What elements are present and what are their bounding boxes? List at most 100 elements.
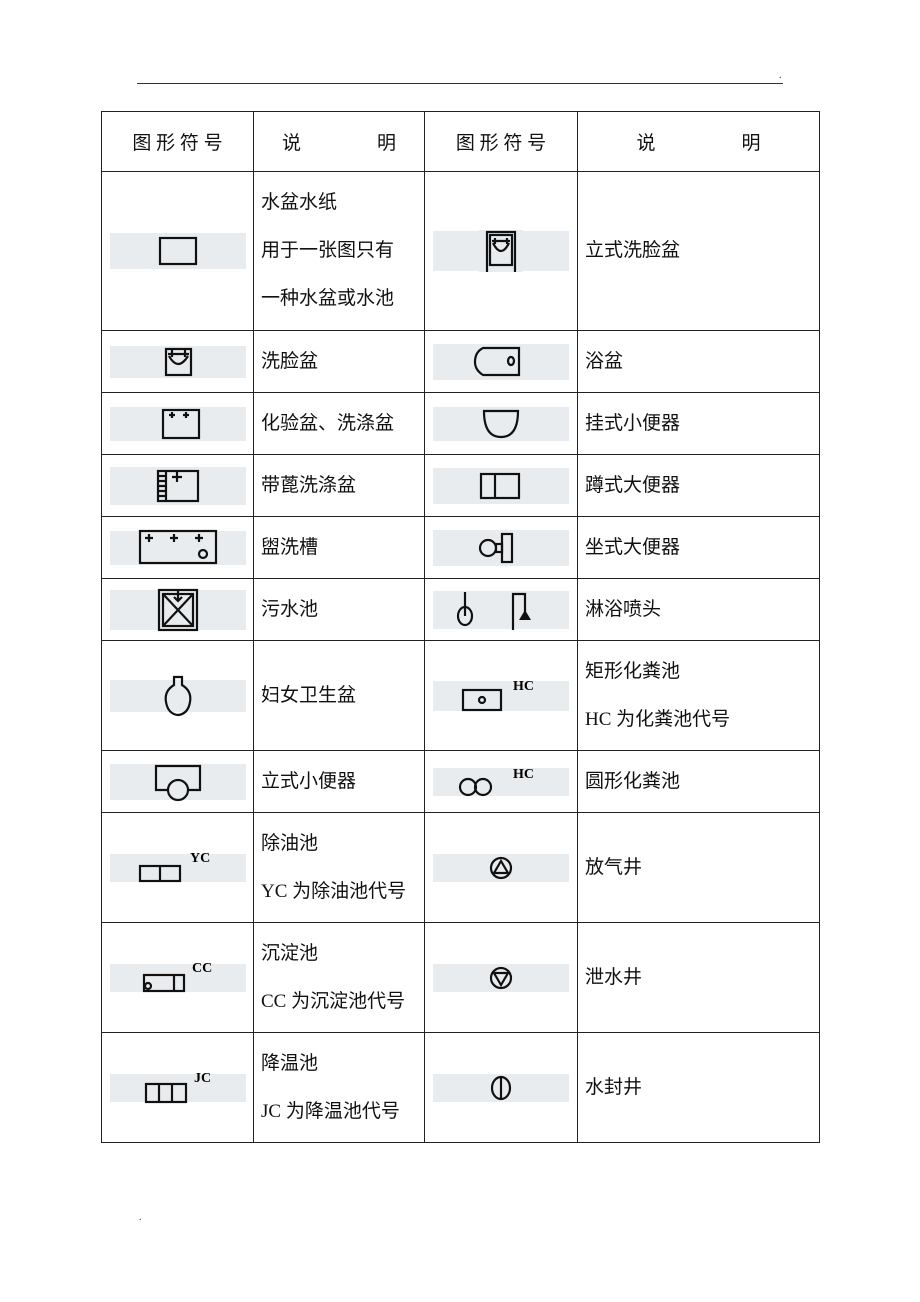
table-row: 带蓖洗涤盆 蹲式大便器 xyxy=(101,454,820,517)
header-rule xyxy=(137,83,783,84)
shower-head-icon xyxy=(433,590,569,630)
table-row: CC 沉淀池 CC 为沉淀池代号 泄水井 xyxy=(101,922,820,1033)
page-mark-top: . xyxy=(779,70,782,81)
grease-trap-icon: YC xyxy=(109,851,246,882)
header-desc-right-a: 说 xyxy=(636,133,656,154)
bathtub-icon xyxy=(433,343,569,380)
description-cell: 水盆水纸用于一张图只有 一种水盆或水池 xyxy=(253,171,425,331)
symbol-cell xyxy=(424,330,578,393)
description-line: 沉淀池 xyxy=(261,942,319,964)
symbol-cell xyxy=(101,330,254,393)
sewage-sink-icon xyxy=(109,588,246,631)
vent-well-icon xyxy=(433,853,569,882)
description-cell: 带蓖洗涤盆 xyxy=(253,454,425,517)
symbol-cell: JC xyxy=(101,1032,254,1143)
description-line: 圆形化粪池 xyxy=(585,770,681,792)
description-cell: 妇女卫生盆 xyxy=(253,640,425,751)
description-line: 除油池 xyxy=(261,832,319,854)
description-cell: 淋浴喷头 xyxy=(577,578,820,641)
description-line: JC 为降温池代号 xyxy=(261,1100,400,1122)
description-line: 放气井 xyxy=(585,856,643,878)
description-cell: 坐式大便器 xyxy=(577,516,820,579)
standing-urinal-icon xyxy=(109,763,246,801)
symbol-cell xyxy=(101,392,254,455)
header-row: 图 形 符 号 说明 图 形 符 号 说明 xyxy=(101,111,820,172)
description-line: 立式洗脸盆 xyxy=(585,240,681,261)
symbol-cell: HC xyxy=(424,640,578,751)
description-line: 泄水井 xyxy=(585,966,643,988)
description-cell: 盥洗槽 xyxy=(253,516,425,579)
description-cell: 泄水井 xyxy=(577,922,820,1033)
description-cell: 污水池 xyxy=(253,578,425,641)
description-line: 水盆水纸 xyxy=(261,192,338,213)
description-line: 盥洗槽 xyxy=(261,536,319,558)
symbol-cell xyxy=(101,454,254,517)
bidet-icon xyxy=(109,675,246,716)
table-row: 盥洗槽 坐式大便器 xyxy=(101,516,820,579)
description-cell: 洗脸盆 xyxy=(253,330,425,393)
description-line: HC 为化粪池代号 xyxy=(585,708,731,730)
symbol-table: 图 形 符 号 说明 图 形 符 号 说明 水盆水纸 用于一张图只有 一种水盆或水池… xyxy=(101,111,820,1143)
header-desc-right-b: 明 xyxy=(741,133,761,154)
symbol-cell xyxy=(424,516,578,579)
symbol-cell xyxy=(424,578,578,641)
description-line: 一种水盆或水池 xyxy=(261,288,395,309)
description-cell: 除油池 YC 为除油池代号 xyxy=(253,812,425,923)
pedestal-washbasin-icon xyxy=(433,230,569,272)
symbol-cell xyxy=(424,454,578,517)
description-cell: 水封井 xyxy=(577,1032,820,1143)
symbol-cell xyxy=(101,640,254,751)
description-line: 浴盆 xyxy=(585,350,624,372)
washbasin-icon xyxy=(109,345,246,378)
symbol-cell xyxy=(424,1032,578,1143)
wall-urinal-icon xyxy=(433,406,569,441)
table-row: 污水池 淋浴喷头 xyxy=(101,578,820,641)
description-line: 洗脸盆 xyxy=(261,350,319,372)
table-row: 洗脸盆 浴盆 xyxy=(101,330,820,393)
settling-tank-icon: CC xyxy=(109,961,246,992)
description-line: 妇女卫生盆 xyxy=(261,684,357,706)
symbol-cell: CC xyxy=(101,922,254,1033)
description-cell: 放气井 xyxy=(577,812,820,923)
symbol-cell xyxy=(101,750,254,813)
rect-septic-tank-icon: HC xyxy=(433,679,569,711)
header-desc-left-b: 明 xyxy=(377,133,397,154)
description-cell: 沉淀池 CC 为沉淀池代号 xyxy=(253,922,425,1033)
table-row: 妇女卫生盆 HC 矩形化粪池 HC 为化粪池代号 xyxy=(101,640,820,751)
description-cell: 挂式小便器 xyxy=(577,392,820,455)
description-line: 立式小便器 xyxy=(261,770,357,792)
table-row: 水盆水纸用于一张图只有 一种水盆或水池 立式洗脸盆 xyxy=(101,171,820,331)
description-line: 蹲式大便器 xyxy=(585,474,681,496)
description-line: 污水池 xyxy=(261,598,319,620)
table-row: 化验盆、洗涤盆 挂式小便器 xyxy=(101,392,820,455)
description-line: YC 为除油池代号 xyxy=(261,880,407,902)
table-row: 立式小便器 HC 圆形化粪池 xyxy=(101,750,820,813)
sink-generic-icon xyxy=(109,233,246,269)
description-cell: 降温池 JC 为降温池代号 xyxy=(253,1032,425,1143)
description-line: 用于一张图只有 xyxy=(261,240,395,261)
description-cell: 矩形化粪池 HC 为化粪池代号 xyxy=(577,640,820,751)
symbol-cell xyxy=(424,392,578,455)
table-row: JC 降温池 JC 为降温池代号 水封井 xyxy=(101,1032,820,1143)
symbol-cell xyxy=(101,578,254,641)
description-line: 化验盆、洗涤盆 xyxy=(261,412,395,434)
symbol-cell xyxy=(101,171,254,331)
symbol-cell xyxy=(424,812,578,923)
description-line: 淋浴喷头 xyxy=(585,598,662,620)
symbol-cell: HC xyxy=(424,750,578,813)
seat-toilet-icon xyxy=(433,529,569,566)
description-line: 坐式大便器 xyxy=(585,536,681,558)
header-desc-right: 说明 xyxy=(577,111,820,172)
description-line: 挂式小便器 xyxy=(585,412,681,434)
squat-toilet-icon xyxy=(433,467,569,504)
symbol-cell xyxy=(101,516,254,579)
description-line: 降温池 xyxy=(261,1052,319,1074)
code-label: CC xyxy=(192,961,212,976)
description-cell: 立式洗脸盆 xyxy=(577,171,820,331)
sink-with-drainboard-icon xyxy=(109,466,246,505)
description-line: 带蓖洗涤盆 xyxy=(261,474,357,496)
description-cell: 浴盆 xyxy=(577,330,820,393)
lab-sink-icon xyxy=(109,406,246,441)
code-label: YC xyxy=(190,851,210,866)
description-cell: 化验盆、洗涤盆 xyxy=(253,392,425,455)
